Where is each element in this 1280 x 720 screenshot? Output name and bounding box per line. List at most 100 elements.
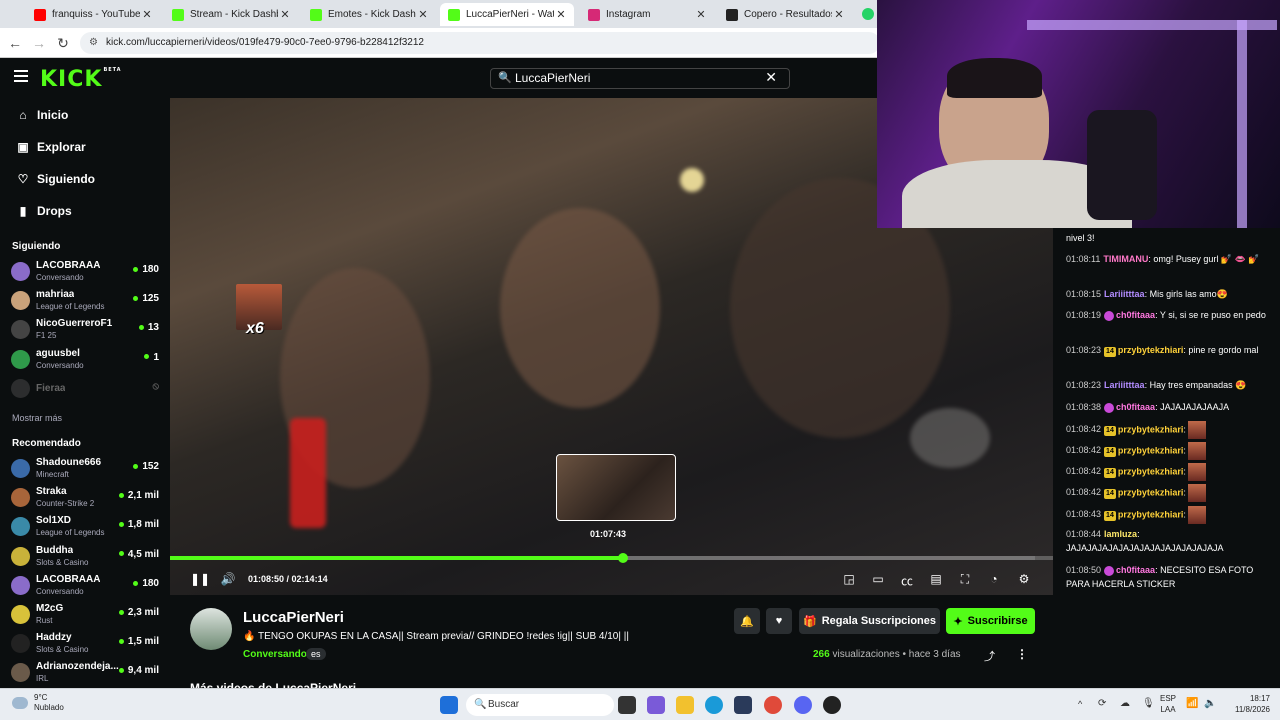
sidebar-channel[interactable]: Adrianozendeja... IRL 9,4 mil bbox=[11, 660, 161, 686]
show-more-link[interactable]: Mostrar más bbox=[12, 413, 62, 423]
discord-icon[interactable] bbox=[794, 696, 812, 714]
back-icon[interactable]: ← bbox=[6, 34, 24, 52]
stream-category[interactable]: Conversando bbox=[243, 649, 307, 660]
whatsapp-tab-icon[interactable] bbox=[862, 8, 874, 20]
kick-logo[interactable]: KICKBETA bbox=[40, 67, 122, 92]
site-info-icon[interactable]: ⚙ bbox=[89, 32, 98, 54]
avatar[interactable] bbox=[190, 608, 232, 650]
chat-username[interactable]: Lariiitttaa bbox=[1104, 380, 1145, 390]
settings-icon[interactable]: ⚙ bbox=[1015, 572, 1033, 586]
sidebar-channel[interactable]: Buddha Slots & Casino 4,5 mil bbox=[11, 544, 161, 570]
progress-fill bbox=[170, 556, 623, 560]
chat-username[interactable]: ch0fitaaa bbox=[1116, 310, 1155, 320]
sidebar-channel[interactable]: LACOBRAAA Conversando 180 bbox=[11, 259, 161, 285]
follow-button[interactable]: ♥ bbox=[766, 608, 792, 634]
close-tab-icon[interactable]: ✕ bbox=[278, 8, 292, 21]
store-icon[interactable] bbox=[734, 696, 752, 714]
tab-title: franquiss - YouTube bbox=[52, 9, 140, 20]
close-tab-icon[interactable]: ✕ bbox=[140, 8, 154, 21]
sidebar-channel[interactable]: Sol1XD League of Legends 1,8 mil bbox=[11, 514, 161, 540]
browser-tab[interactable]: LuccaPierNeri - Watch✕ bbox=[440, 3, 574, 26]
captions-icon[interactable]: ㏄ bbox=[898, 572, 916, 589]
weather-icon[interactable] bbox=[12, 697, 28, 709]
forward-icon[interactable]: → bbox=[30, 34, 48, 52]
sidebar-channel[interactable]: M2cG Rust 2,3 mil bbox=[11, 602, 161, 628]
share-icon[interactable]: ⤴ bbox=[984, 648, 995, 664]
chrome-icon[interactable] bbox=[764, 696, 782, 714]
subscribe-button[interactable]: ✦ Suscribirse bbox=[946, 608, 1035, 634]
chat-username[interactable]: ch0fitaaa bbox=[1116, 565, 1155, 575]
browser-tab[interactable]: franquiss - YouTube ✕ bbox=[26, 3, 160, 26]
address-bar[interactable]: ⚙ kick.com/luccapierneri/videos/019fe479… bbox=[80, 32, 880, 54]
taskbar-search[interactable]: 🔍 Buscar bbox=[466, 694, 614, 716]
sidebar-item-inicio[interactable]: ⌂ Inicio bbox=[14, 105, 68, 125]
microphone-icon[interactable]: 🎙 bbox=[1142, 698, 1155, 709]
clock[interactable]: 18:17 11/8/2026 bbox=[1224, 693, 1270, 715]
copilot-icon[interactable] bbox=[647, 696, 665, 714]
browser-tab[interactable]: Copero - Resultados, esta✕ bbox=[718, 3, 852, 26]
chat-username[interactable]: lamluza bbox=[1104, 529, 1137, 539]
sidebar-item-siguiendo[interactable]: ♡ Siguiendo bbox=[14, 169, 95, 189]
chat-username[interactable]: przybytekzhiari bbox=[1118, 509, 1184, 519]
channel-category: League of Legends bbox=[36, 302, 105, 312]
close-tab-icon[interactable]: ✕ bbox=[694, 8, 708, 21]
reload-icon[interactable]: ↻ bbox=[54, 34, 72, 52]
progress-handle[interactable] bbox=[617, 553, 628, 563]
obs-icon[interactable] bbox=[823, 696, 841, 714]
fullscreen-icon[interactable]: ⛶ bbox=[956, 572, 974, 587]
sidebar-channel[interactable]: Straka Counter-Strike 2 2,1 mil bbox=[11, 485, 161, 511]
sidebar-channel[interactable]: aguusbel Conversando 1 bbox=[11, 347, 161, 373]
clear-search-icon[interactable]: ✕ bbox=[765, 68, 777, 87]
miniplayer-icon[interactable]: ◲ bbox=[840, 572, 858, 586]
pause-icon[interactable]: ❚❚ bbox=[190, 572, 210, 586]
search-input[interactable]: 🔍 LuccaPierNeri ✕ bbox=[490, 68, 790, 89]
chat-username[interactable]: ch0fitaaa bbox=[1116, 402, 1155, 412]
browser-tab[interactable]: Instagram ✕ bbox=[580, 3, 714, 26]
notifications-button[interactable]: 🔔 bbox=[734, 608, 760, 634]
task-view-icon[interactable] bbox=[618, 696, 636, 714]
sidebar-item-drops[interactable]: ▮ Drops bbox=[14, 201, 72, 221]
sidebar-channel[interactable]: LACOBRAAA Conversando 180 bbox=[11, 573, 161, 599]
menu-icon[interactable] bbox=[14, 70, 28, 82]
start-icon[interactable] bbox=[440, 696, 458, 714]
chat-username[interactable]: przybytekzhiari bbox=[1118, 345, 1184, 355]
close-tab-icon[interactable]: ✕ bbox=[832, 8, 846, 21]
close-tab-icon[interactable]: ✕ bbox=[554, 8, 568, 21]
sidebar-channel[interactable]: NicoGuerreroF1 F1 25 13 bbox=[11, 317, 161, 343]
gift-subscriptions-button[interactable]: 🎁 Regala Suscripciones bbox=[799, 608, 940, 634]
sidebar-item-explorar[interactable]: ▣ Explorar bbox=[14, 137, 85, 157]
chat-username[interactable]: przybytekzhiari bbox=[1118, 466, 1184, 476]
tray-app-icon[interactable]: ☁ bbox=[1120, 698, 1130, 709]
chat-username[interactable]: TIMIMANU bbox=[1103, 254, 1148, 264]
chat-username[interactable]: Lariiitttaa bbox=[1104, 289, 1145, 299]
sidebar-channel[interactable]: mahriaa League of Legends 125 bbox=[11, 288, 161, 314]
browser-tab[interactable]: Emotes - Kick Dashboard✕ bbox=[302, 3, 436, 26]
language-tag[interactable]: es bbox=[306, 648, 326, 660]
progress-bar[interactable] bbox=[170, 553, 1053, 563]
more-options-icon[interactable]: ⋮ bbox=[1016, 647, 1028, 661]
weather-widget[interactable]: 9°C Nublado bbox=[34, 693, 64, 713]
sidebar-channel[interactable]: Fieraa ⦸ bbox=[11, 376, 161, 402]
search-value: LuccaPierNeri bbox=[515, 71, 591, 85]
wifi-icon[interactable]: 📶 bbox=[1186, 698, 1198, 709]
playback-speed-icon[interactable]: ◔ bbox=[985, 572, 1003, 586]
channel-name[interactable]: LuccaPierNeri bbox=[243, 609, 344, 626]
avatar bbox=[11, 488, 30, 508]
chat-username[interactable]: przybytekzhiari bbox=[1118, 445, 1184, 455]
clip-icon[interactable]: ▤ bbox=[927, 572, 945, 586]
edge-icon[interactable] bbox=[705, 696, 723, 714]
chat-username[interactable]: przybytekzhiari bbox=[1118, 424, 1184, 434]
volume-tray-icon[interactable]: 🔈 bbox=[1204, 698, 1216, 709]
close-tab-icon[interactable]: ✕ bbox=[416, 8, 430, 21]
sidebar-channel[interactable]: Shadoune666 Minecraft 152 bbox=[11, 456, 161, 482]
tray-app-icon[interactable]: ⟳ bbox=[1098, 698, 1106, 709]
tray-chevron-icon[interactable]: ^ bbox=[1078, 699, 1082, 709]
browser-tab[interactable]: Stream - Kick Dashboard✕ bbox=[164, 3, 298, 26]
sidebar-channel[interactable]: Haddzy Slots & Casino 1,5 mil bbox=[11, 631, 161, 657]
volume-icon[interactable]: 🔊 bbox=[219, 572, 237, 586]
language-indicator[interactable]: ESP LAA bbox=[1160, 693, 1176, 715]
file-explorer-icon[interactable] bbox=[676, 696, 694, 714]
chat-username[interactable]: przybytekzhiari bbox=[1118, 487, 1184, 497]
sidebar-item-label: Drops bbox=[37, 204, 72, 218]
theater-icon[interactable]: ▭ bbox=[869, 572, 887, 586]
